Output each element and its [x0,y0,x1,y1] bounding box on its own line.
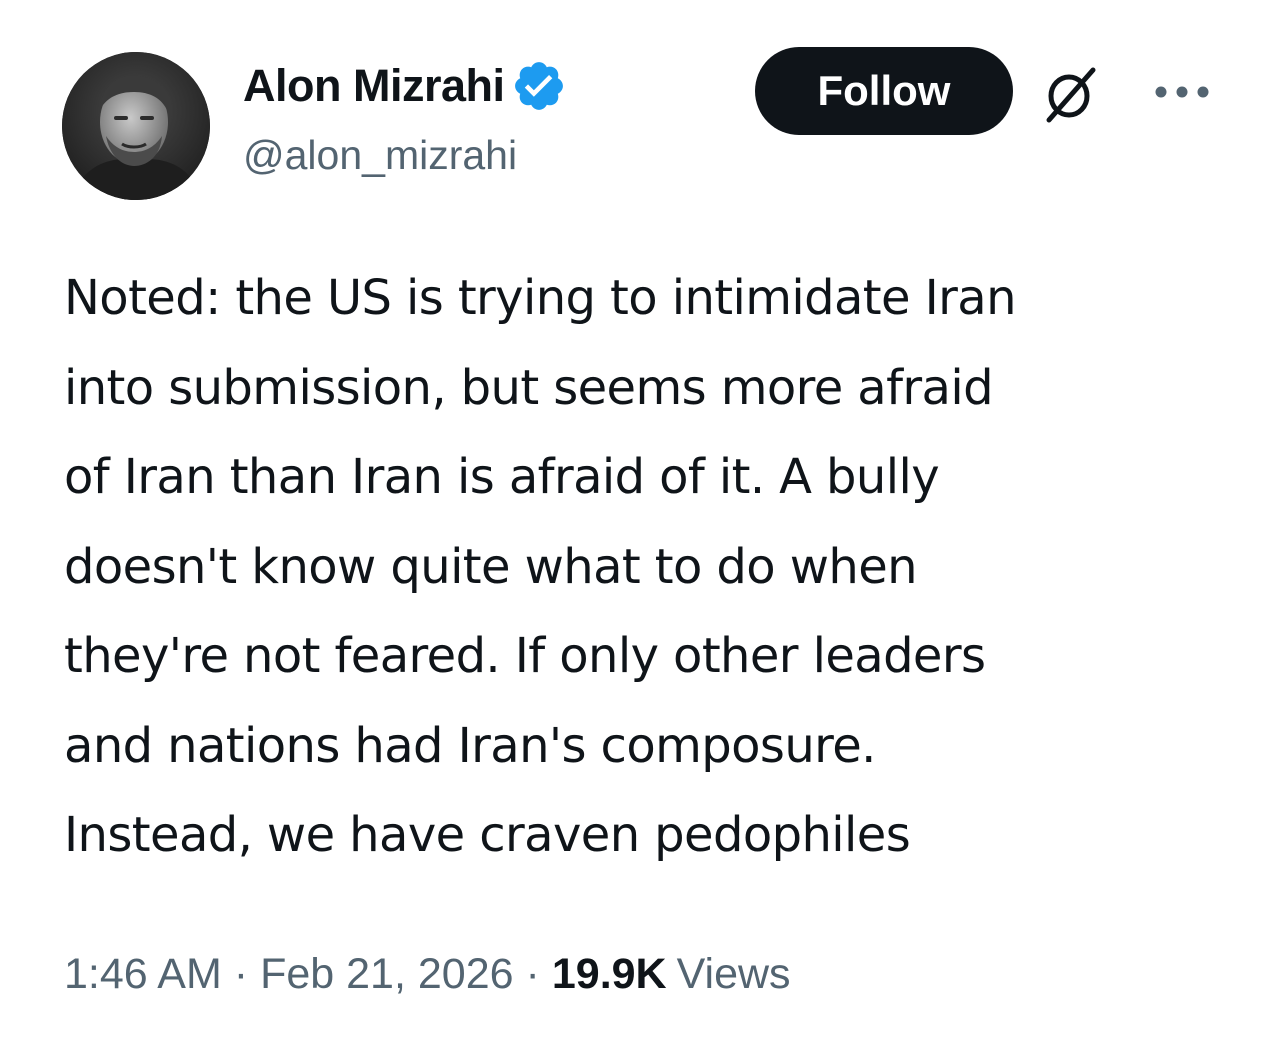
author-handle[interactable]: @alon_mizrahi [243,132,517,179]
verified-badge-icon[interactable] [511,58,567,114]
tweet-date[interactable]: Feb 21, 2026 [260,950,513,999]
tweet-card: Alon Mizrahi @alon_mizrahi Follow Noted:… [0,0,1280,1046]
follow-button[interactable]: Follow [755,47,1013,135]
more-icon[interactable] [1154,85,1210,99]
author-display-name[interactable]: Alon Mizrahi [243,60,505,112]
views-count[interactable]: 19.9K [552,950,667,999]
avatar-photo [62,52,210,200]
avatar[interactable] [62,52,210,200]
tweet-meta: 1:46 AM · Feb 21, 2026 · 19.9K Views [64,944,791,1004]
meta-separator: · [525,949,540,998]
tweet-time[interactable]: 1:46 AM [64,950,222,999]
author-name-row: Alon Mizrahi [243,58,567,114]
tweet-text: Noted: the US is trying to intimidate Ir… [64,270,1017,863]
grok-icon[interactable] [1043,66,1097,124]
views-label[interactable]: Views [677,950,791,999]
meta-separator: · [233,949,249,998]
